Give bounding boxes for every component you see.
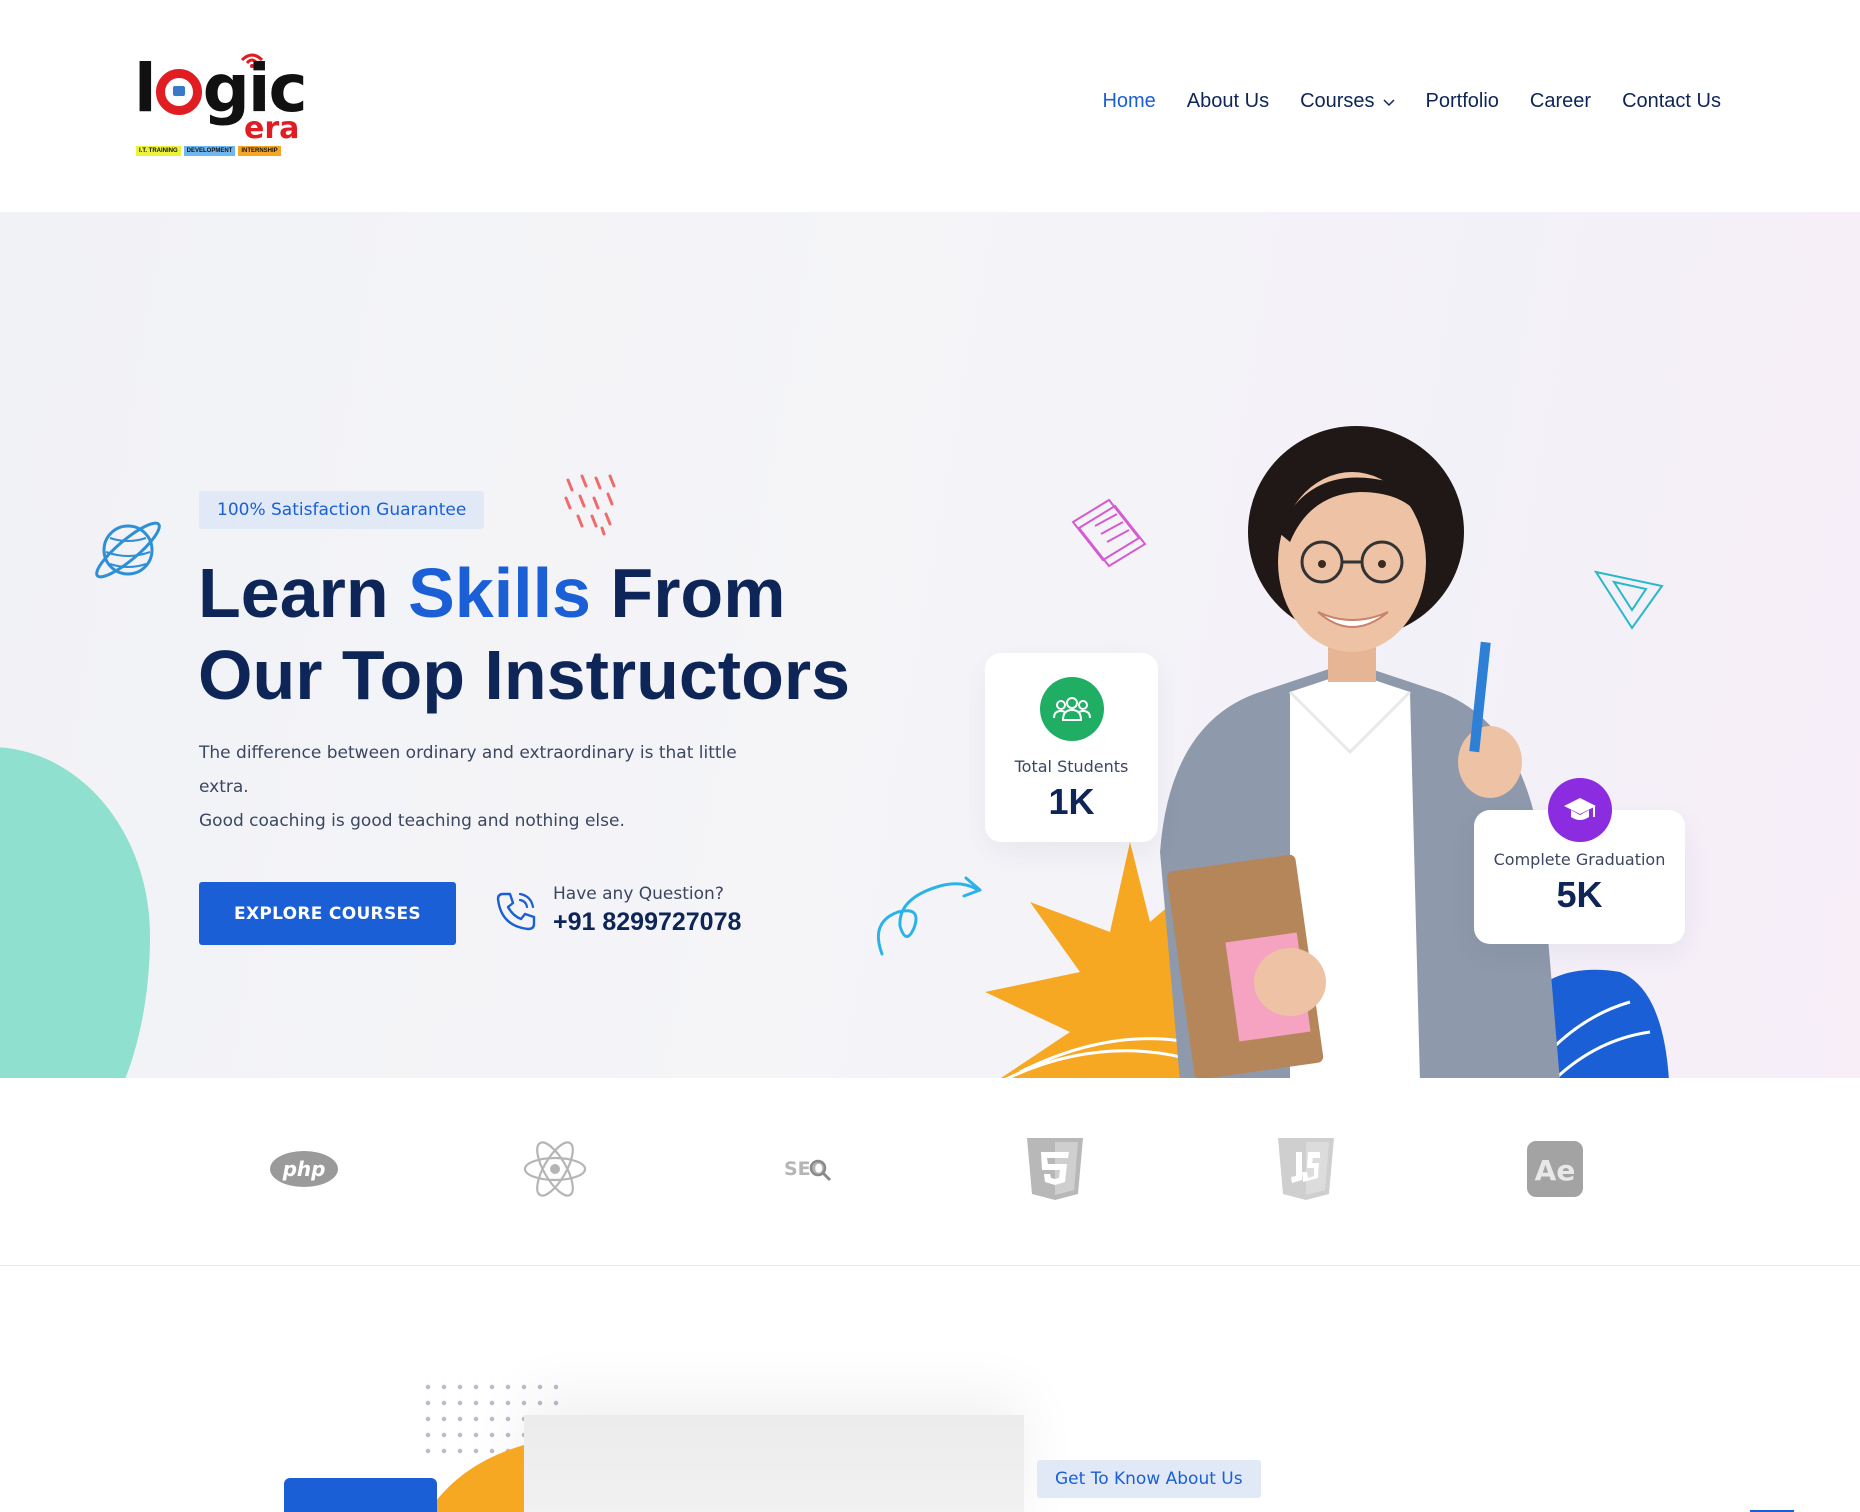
- phone-icon: [496, 892, 536, 930]
- logo-tag: I.T. TRAINING: [136, 146, 181, 156]
- nav-item-label: Career: [1529, 90, 1592, 112]
- planet-icon: [95, 521, 161, 579]
- stat-value: 1K: [1048, 781, 1095, 822]
- satisfaction-badge: 100% Satisfaction Guarantee: [199, 491, 485, 529]
- javascript-logo: [1270, 1136, 1342, 1202]
- description-line: Good coaching is good teaching and nothi…: [199, 811, 625, 831]
- total-students-card: Total Students 1K: [985, 653, 1158, 842]
- question-label: Have any Question?: [553, 884, 724, 904]
- hero-section: 100% Satisfaction Guarantee Learn Skills…: [0, 212, 1860, 1078]
- curly-arrow-icon: [877, 876, 982, 956]
- about-section-badge: Get To Know About Us: [1037, 1460, 1261, 1498]
- instructor-photo: [1160, 426, 1560, 1078]
- laptop-o-icon: [155, 69, 202, 115]
- css3-logo: [1019, 1136, 1091, 1202]
- headline-accent: Skills: [408, 554, 591, 632]
- headline-text: Learn: [198, 554, 409, 632]
- description-line: The difference between ordinary and extr…: [199, 743, 737, 797]
- explore-courses-button[interactable]: EXPLORE COURSES: [199, 882, 456, 945]
- nav-item-about[interactable]: About Us: [1187, 90, 1269, 113]
- seo-logo: SEO: [770, 1136, 842, 1202]
- php-logo: php: [268, 1136, 340, 1202]
- triangle-ruler-icon: [1593, 570, 1664, 630]
- nav-item-label: Home: [1102, 90, 1156, 112]
- graduation-cap-icon: [1548, 778, 1612, 842]
- stat-value: 5K: [1556, 874, 1603, 915]
- nav-item-contact[interactable]: Contact Us: [1622, 90, 1721, 113]
- logo-taglines: I.T. TRAINING DEVELOPMENT INTERNSHIP: [136, 146, 281, 156]
- about-image-placeholder: [524, 1415, 1024, 1512]
- phone-number[interactable]: +91 8299727078: [553, 908, 741, 937]
- mint-blob-decoration: [0, 747, 150, 1078]
- chevron-down-icon: [1383, 98, 1395, 106]
- react-logo: [519, 1136, 591, 1202]
- nav-item-career[interactable]: Career: [1530, 90, 1591, 113]
- logo-tag: DEVELOPMENT: [183, 146, 236, 156]
- php-logo-text: php: [282, 1157, 326, 1181]
- logo-tag: INTERNSHIP: [238, 146, 281, 156]
- technology-logos: php SEO Ae: [0, 1078, 1860, 1266]
- nav-item-label: Courses: [1300, 90, 1375, 112]
- nav-item-label: Contact Us: [1622, 90, 1721, 112]
- after-effects-logo-text: Ae: [1535, 1154, 1576, 1187]
- experience-badge: [284, 1478, 437, 1512]
- main-nav: Home About Us Courses Portfolio Career C…: [1102, 90, 1721, 113]
- stat-label: Complete Graduation: [1493, 850, 1666, 869]
- headline-line2: Our Top Instructors: [198, 636, 851, 714]
- about-preview-section: Get To Know About Us: [0, 1267, 1860, 1512]
- logo[interactable]: l gic era I.T. TRAINING DEVELOPMENT INTER…: [134, 50, 310, 162]
- complete-graduation-card: Complete Graduation 5K: [1474, 778, 1685, 944]
- stat-label: Total Students: [1014, 757, 1129, 776]
- nav-item-label: Portfolio: [1425, 90, 1499, 112]
- headline-text: From: [590, 554, 786, 632]
- after-effects-logo: Ae: [1519, 1136, 1591, 1202]
- users-icon: [1040, 677, 1104, 741]
- hero-headline: Learn Skills From Our Top Instructors: [198, 552, 850, 716]
- nav-item-home[interactable]: Home: [1102, 90, 1155, 113]
- logo-subword: era: [244, 111, 300, 146]
- dashes-decoration-icon: [564, 474, 616, 536]
- nav-item-courses[interactable]: Courses: [1300, 90, 1395, 113]
- site-header: l gic era I.T. TRAINING DEVELOPMENT INTER…: [0, 0, 1860, 212]
- hero-description: The difference between ordinary and extr…: [199, 736, 759, 838]
- nav-item-portfolio[interactable]: Portfolio: [1426, 90, 1499, 113]
- nav-item-label: About Us: [1186, 90, 1270, 112]
- contact-question[interactable]: Have any Question? +91 8299727078: [493, 884, 741, 937]
